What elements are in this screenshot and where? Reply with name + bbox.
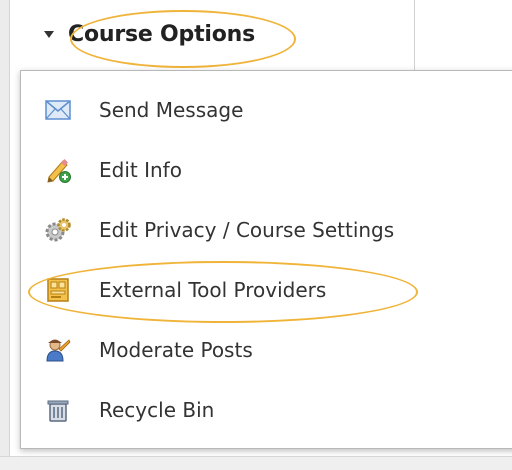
caret-down-icon [44,30,54,38]
menu-item-label: Edit Info [99,158,182,182]
page-bottom-strip [0,456,512,470]
menu-item-label: External Tool Providers [99,278,327,302]
menu-item-edit-info[interactable]: Edit Info [21,141,491,199]
menu-item-label: Recycle Bin [99,398,215,422]
left-gutter [0,0,10,469]
menu-item-label: Send Message [99,98,244,122]
recycle-bin-icon [45,397,71,423]
tool-panel-icon [45,277,71,303]
pencil-add-icon [45,157,71,183]
course-options-menu: Send Message Edit Info Edit Privacy / Co [20,70,512,449]
envelope-icon [45,97,71,123]
course-options-title: Course Options [68,21,256,47]
gears-icon [45,217,71,243]
header-divider [414,0,415,72]
menu-item-edit-privacy-course-settings[interactable]: Edit Privacy / Course Settings [21,201,491,259]
menu-item-send-message[interactable]: Send Message [21,81,491,139]
menu-item-moderate-posts[interactable]: Moderate Posts [21,321,491,379]
menu-item-recycle-bin[interactable]: Recycle Bin [21,381,491,439]
course-options-toggle[interactable]: Course Options [42,14,302,54]
menu-item-label: Edit Privacy / Course Settings [99,218,395,242]
menu-item-external-tool-providers[interactable]: External Tool Providers [21,261,491,319]
menu-item-label: Moderate Posts [99,338,253,362]
moderator-user-icon [45,337,71,363]
